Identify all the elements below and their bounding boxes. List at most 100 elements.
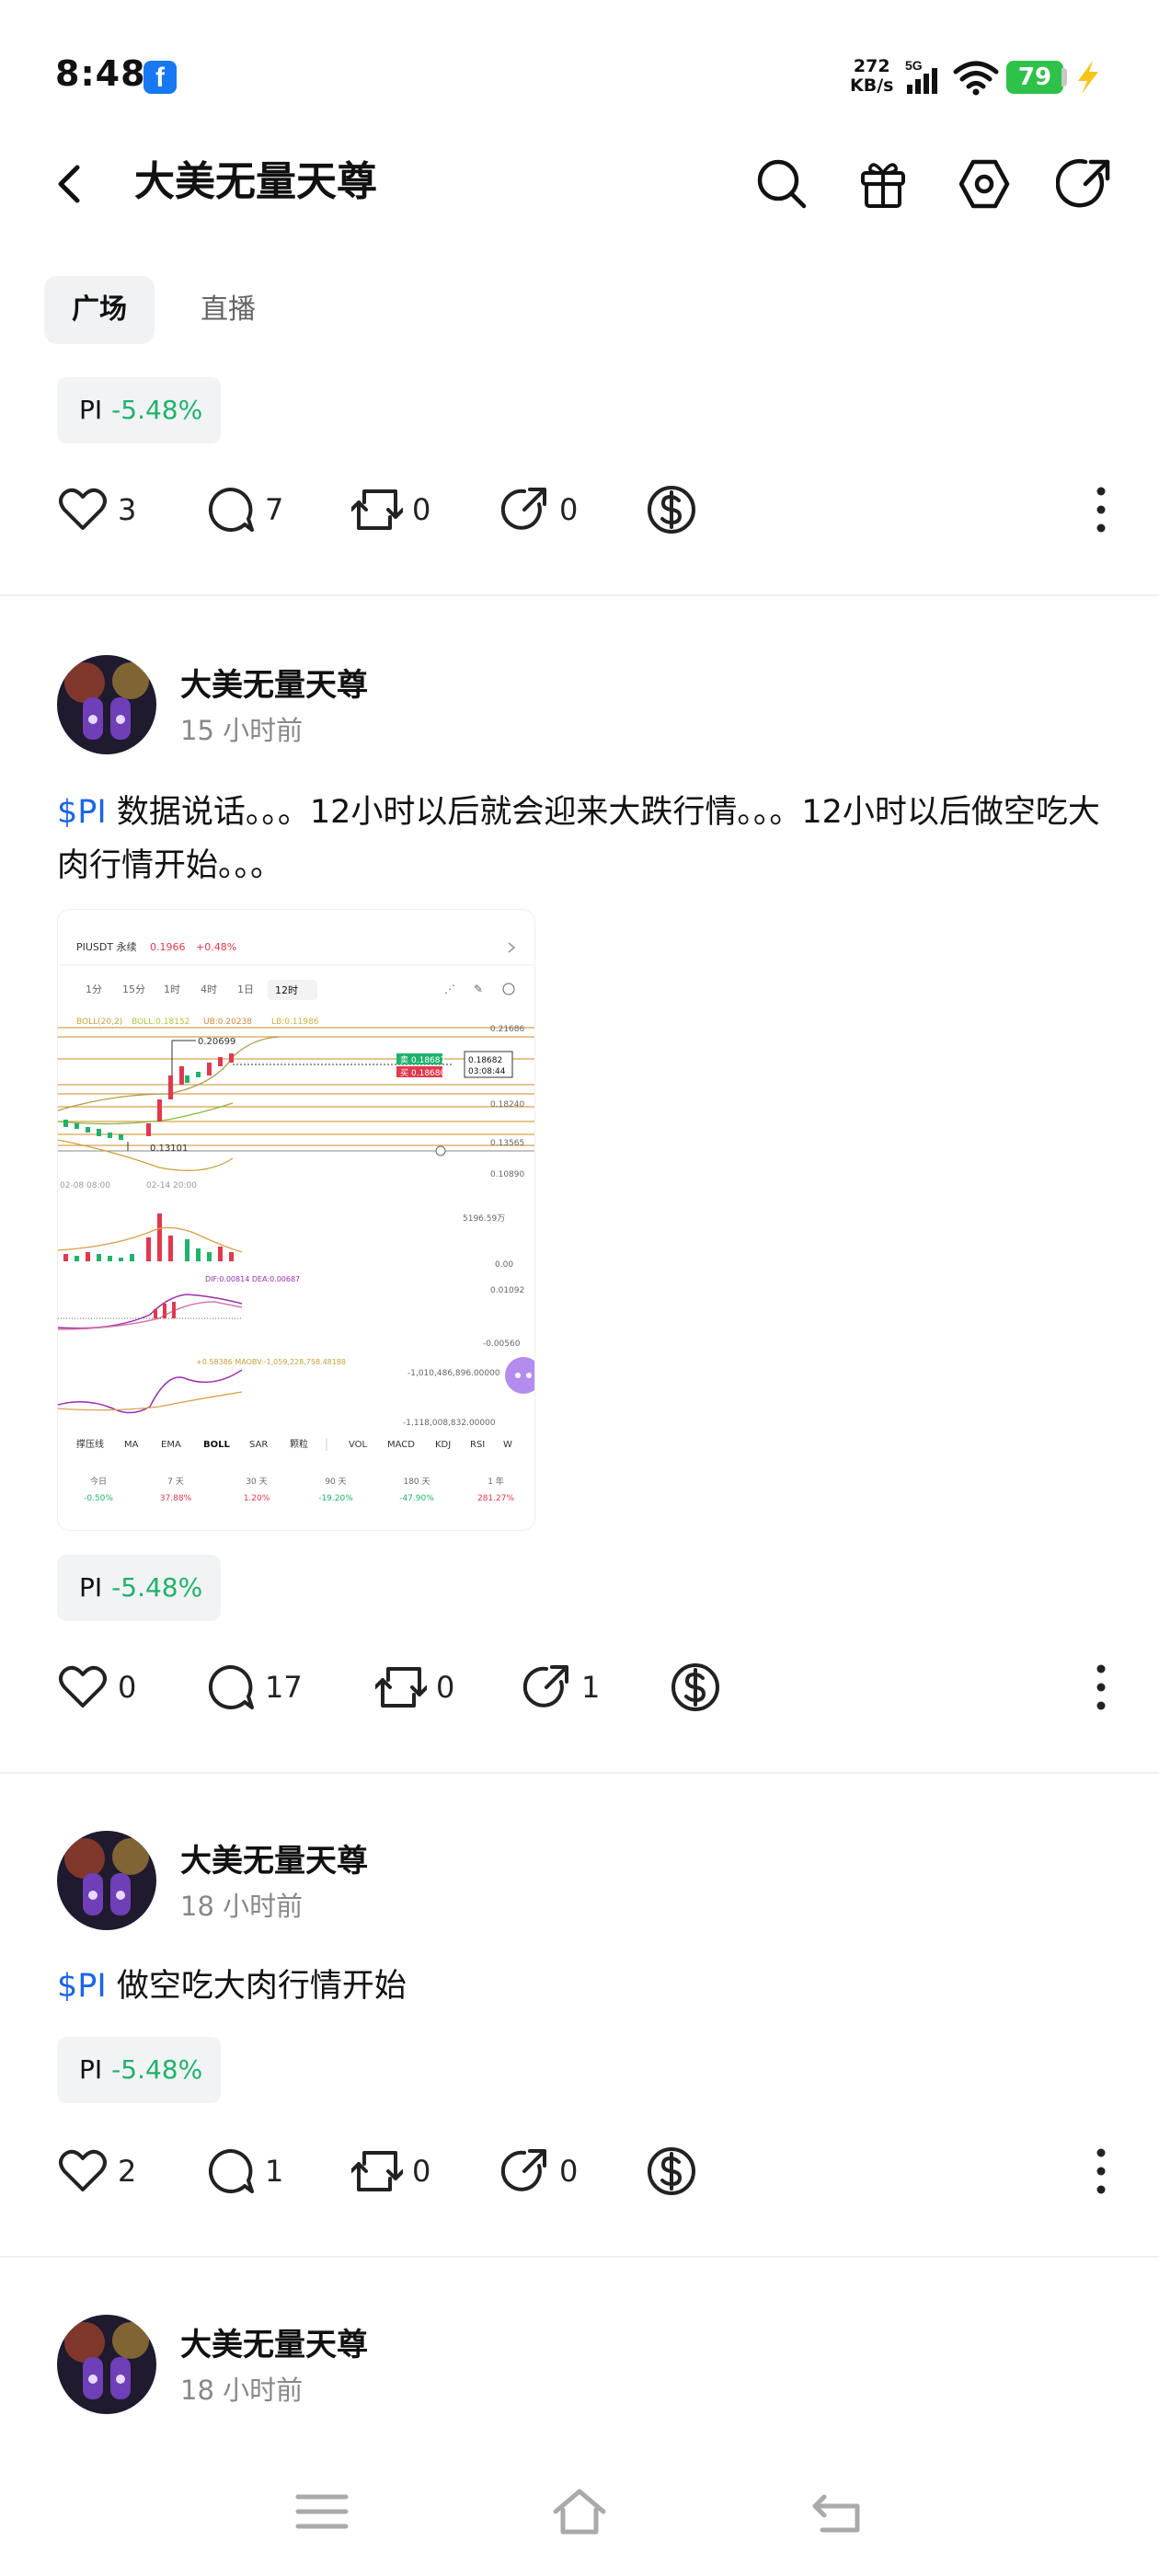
- svg-text:-0.50%: -0.50%: [84, 1494, 113, 1503]
- cashtag-link[interactable]: $PI: [57, 794, 107, 831]
- svg-text:撑压线: 撑压线: [76, 1438, 104, 1450]
- post-actions: 2 1 0 0: [57, 2142, 1115, 2201]
- repost-icon: [351, 2151, 403, 2191]
- svg-text:0.18240: 0.18240: [490, 1100, 524, 1110]
- svg-text:0.01092: 0.01092: [490, 1286, 524, 1295]
- gift-icon[interactable]: [854, 155, 912, 213]
- svg-text:4时: 4时: [201, 983, 217, 995]
- charging-icon: [1078, 61, 1098, 94]
- post-time: 15 小时前: [180, 715, 304, 746]
- post-body: $PI 数据说话。。。12小时以后就会迎来大跌行情。。。12小时以后做空吃大肉行…: [57, 794, 1100, 884]
- svg-text:0.20699: 0.20699: [198, 1037, 235, 1047]
- svg-text:0.10890: 0.10890: [490, 1170, 524, 1179]
- share-arrow-icon: [522, 1665, 568, 1708]
- post-body: $PI 做空吃大肉行情开始: [57, 1968, 407, 2005]
- coin-tag[interactable]: PI -5.48%: [57, 2037, 221, 2103]
- chart-price: 0.1966: [150, 941, 186, 953]
- share-arrow-icon: [500, 488, 546, 530]
- author-name[interactable]: 大美无量天尊: [180, 2324, 368, 2366]
- svg-text:02-14 20:00: 02-14 20:00: [146, 1181, 197, 1190]
- svg-text:颗粒: 颗粒: [290, 1438, 308, 1450]
- back-icon[interactable]: [808, 2484, 866, 2539]
- svg-text:卖: 卖: [400, 1055, 408, 1065]
- svg-text:1时: 1时: [164, 983, 180, 995]
- chart-price-change: +0.48%: [196, 941, 236, 953]
- tab-plaza[interactable]: 广场: [44, 276, 155, 344]
- post-image-chart[interactable]: PIUSDT 永续 0.1966 +0.48% 1分 15分 1时 4时 1日 …: [57, 909, 535, 1531]
- share-icon[interactable]: [1056, 155, 1115, 213]
- svg-text:BOLL: BOLL: [203, 1440, 230, 1450]
- more-options-icon[interactable]: [1087, 2142, 1115, 2201]
- more-options-icon[interactable]: [1087, 1658, 1115, 1717]
- svg-text:SAR: SAR: [249, 1440, 268, 1450]
- facebook-notification-icon: f: [143, 61, 177, 94]
- svg-text:180 天: 180 天: [403, 1478, 430, 1487]
- settings-icon[interactable]: [955, 155, 1014, 213]
- network-speed: 272 KB/s: [850, 56, 894, 96]
- svg-text:-1,010,486,896.00000: -1,010,486,896.00000: [407, 1369, 500, 1378]
- comment-icon: [208, 487, 254, 532]
- battery-cap: [1061, 68, 1067, 86]
- heart-icon: [59, 1665, 107, 1708]
- dollar-coin-icon: [648, 2147, 695, 2195]
- author-name[interactable]: 大美无量天尊: [180, 1840, 368, 1882]
- svg-text:37.88%: 37.88%: [160, 1494, 192, 1503]
- heart-icon: [59, 2149, 107, 2191]
- dollar-coin-icon: [671, 1663, 719, 1711]
- svg-text:+0.58386 MAOBV:-1,059,228,758: +0.58386 MAOBV:-1,059,228,758.48188: [196, 1358, 346, 1366]
- divider: [0, 1772, 1159, 1774]
- svg-text:1 年: 1 年: [488, 1476, 504, 1487]
- svg-text:-47.90%: -47.90%: [399, 1494, 434, 1503]
- svg-text:EMA: EMA: [161, 1440, 181, 1450]
- svg-text:0.00: 0.00: [495, 1260, 513, 1270]
- divider: [0, 2256, 1159, 2258]
- status-time: 8:48: [55, 53, 146, 94]
- svg-text:0.13101: 0.13101: [150, 1144, 188, 1154]
- tab-live[interactable]: 直播: [191, 276, 265, 344]
- svg-text:VOL: VOL: [349, 1440, 368, 1450]
- svg-text:30 天: 30 天: [246, 1478, 267, 1487]
- dollar-coin-icon: [648, 486, 695, 534]
- svg-text:0.21686: 0.21686: [490, 1025, 524, 1034]
- system-nav-bar: [0, 2447, 1159, 2576]
- svg-text:90 天: 90 天: [325, 1478, 346, 1487]
- svg-text:7 天: 7 天: [167, 1478, 184, 1487]
- comment-icon: [208, 1664, 254, 1709]
- svg-text:02-08 08:00: 02-08 08:00: [60, 1181, 110, 1190]
- avatar[interactable]: [57, 655, 156, 754]
- svg-text:-1,118,008,832.00000: -1,118,008,832.00000: [403, 1419, 496, 1428]
- svg-text:W: W: [503, 1440, 512, 1450]
- search-icon[interactable]: [752, 155, 811, 213]
- home-icon[interactable]: [550, 2484, 609, 2539]
- svg-text:RSI: RSI: [470, 1440, 485, 1450]
- svg-text:BOLL:0.18152: BOLL:0.18152: [132, 1018, 189, 1027]
- svg-text:0.13565: 0.13565: [490, 1139, 524, 1148]
- svg-text:0.18687: 0.18687: [411, 1056, 445, 1065]
- more-options-icon[interactable]: [1087, 480, 1115, 539]
- coin-tag[interactable]: PI -5.48%: [57, 377, 221, 443]
- svg-text:0.18680: 0.18680: [411, 1069, 445, 1078]
- cellular-signal-icon: 5G: [905, 58, 937, 94]
- menu-icon[interactable]: [293, 2484, 351, 2539]
- heart-icon: [59, 488, 107, 530]
- svg-text:1日: 1日: [237, 983, 254, 995]
- cashtag-link[interactable]: $PI: [57, 1968, 107, 2005]
- svg-text:BOLL(20,2): BOLL(20,2): [76, 1018, 122, 1027]
- svg-text:5G: 5G: [905, 58, 923, 73]
- svg-text:1分: 1分: [86, 983, 102, 995]
- back-arrow-icon[interactable]: [46, 156, 92, 212]
- coin-tag[interactable]: PI -5.48%: [57, 1555, 221, 1621]
- battery-icon: 79: [1006, 61, 1063, 94]
- svg-text:UB:0.20238: UB:0.20238: [203, 1018, 252, 1027]
- post-actions: 0 17 0 1: [57, 1658, 1115, 1717]
- svg-text:5196.59万: 5196.59万: [463, 1214, 505, 1224]
- author-name[interactable]: 大美无量天尊: [180, 664, 368, 707]
- svg-text:-0.00560: -0.00560: [483, 1340, 521, 1349]
- svg-text:⋰: ⋰: [444, 983, 455, 995]
- post-time: 18 小时前: [180, 1891, 304, 1922]
- avatar[interactable]: [57, 2315, 156, 2414]
- svg-text:12时: 12时: [275, 984, 298, 996]
- avatar[interactable]: [57, 1831, 156, 1930]
- svg-text:✎: ✎: [474, 983, 483, 995]
- header: 大美无量天尊: [0, 138, 1159, 230]
